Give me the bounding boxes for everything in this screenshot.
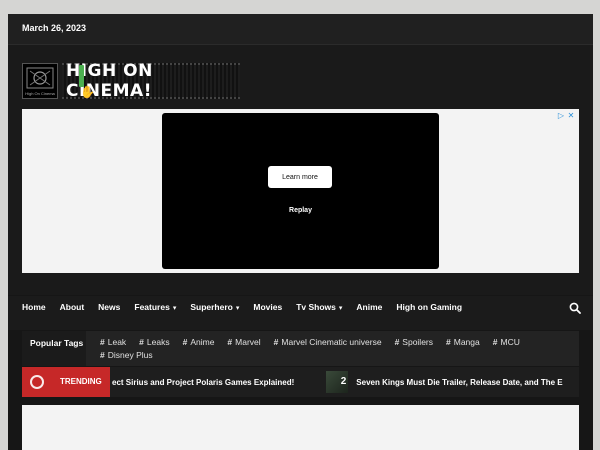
- chevron-down-icon: ▾: [172, 305, 177, 312]
- hash-icon: #: [273, 337, 279, 347]
- nav-item-superhero[interactable]: Superhero ▾: [190, 296, 239, 330]
- content-area: [22, 405, 579, 450]
- ad-choices[interactable]: ▷ ✕: [557, 112, 575, 120]
- chevron-down-icon: ▾: [338, 305, 343, 312]
- info-icon[interactable]: ▷: [557, 112, 565, 120]
- tag-list: # Leak # Leaks # Anime # Marvel # Marvel Cine…: [100, 336, 570, 361]
- learn-more-button[interactable]: Learn more: [268, 166, 332, 188]
- tag-link[interactable]: # Disney Plus: [100, 349, 153, 361]
- top-bar: March 26, 2023: [8, 14, 593, 45]
- thumbnail: 2: [326, 371, 349, 393]
- tag-link[interactable]: # MCU: [493, 336, 520, 348]
- popular-tags-bar: Popular Tags # Leak # Leaks # Anime # Marvel…: [22, 331, 579, 366]
- nav-item-tv-shows[interactable]: Tv Shows ▾: [296, 296, 342, 330]
- trending-number: 2: [340, 376, 347, 387]
- close-icon[interactable]: ✕: [567, 112, 575, 120]
- pulse-icon: [30, 375, 44, 389]
- hash-icon: #: [227, 337, 233, 347]
- hash-icon: #: [100, 350, 105, 360]
- nav-item-features[interactable]: Features ▾: [134, 296, 176, 330]
- tag-link[interactable]: # Marvel Cinematic universe: [274, 336, 382, 348]
- hash-icon: #: [446, 337, 451, 347]
- current-date: March 26, 2023: [22, 23, 87, 33]
- hash-icon: #: [182, 337, 188, 347]
- search-icon[interactable]: [569, 302, 581, 314]
- syringe-icon: [79, 65, 84, 87]
- logo-emblem-tag: High On Cinema: [25, 91, 55, 96]
- tag-link[interactable]: # Anime: [183, 336, 215, 348]
- page: March 26, 2023 High On Cinema HIGH ON CI…: [8, 14, 593, 450]
- nav-item-anime[interactable]: Anime: [356, 296, 382, 330]
- tag-link[interactable]: # Leak: [100, 336, 126, 348]
- nav-item-news[interactable]: News: [98, 296, 120, 330]
- ad-video[interactable]: Learn more Replay: [162, 113, 439, 269]
- trending-item[interactable]: ect Sirius and Project Polaris Games Exp…: [112, 378, 294, 387]
- nav-item-about[interactable]: About: [60, 296, 85, 330]
- tag-link[interactable]: # Manga: [446, 336, 480, 348]
- trending-ticker: TRENDING ect Sirius and Project Polaris …: [22, 367, 579, 397]
- replay-button[interactable]: Replay: [162, 207, 439, 214]
- nav-item-movies[interactable]: Movies: [253, 296, 282, 330]
- logo-emblem-icon: High On Cinema: [22, 63, 58, 99]
- tag-link[interactable]: # Spoilers: [395, 336, 433, 348]
- hash-icon: #: [100, 337, 105, 347]
- trending-label: TRENDING: [22, 367, 110, 397]
- popular-tags-title: Popular Tags: [22, 331, 86, 366]
- tag-link[interactable]: # Marvel: [227, 336, 260, 348]
- ticker-track: ect Sirius and Project Polaris Games Exp…: [112, 367, 563, 397]
- site-logo[interactable]: High On Cinema HIGH ON CINEMA! ✋: [22, 61, 240, 101]
- trending-item[interactable]: 2 Seven Kings Must Die Trailer, Release …: [326, 371, 563, 393]
- tag-link[interactable]: # Leaks: [139, 336, 169, 348]
- hash-icon: #: [394, 337, 400, 347]
- main-navigation: Home About News Features ▾ Superhero ▾ Mov…: [8, 296, 593, 333]
- hash-icon: #: [139, 337, 144, 347]
- chevron-down-icon: ▾: [235, 305, 240, 312]
- nav-list: Home About News Features ▾ Superhero ▾ Mov…: [22, 296, 476, 333]
- hash-icon: #: [492, 337, 498, 347]
- advertisement: ▷ ✕ Learn more Replay: [22, 109, 579, 273]
- nav-item-high-on-gaming[interactable]: High on Gaming: [396, 296, 462, 330]
- nav-item-home[interactable]: Home: [22, 296, 46, 333]
- site-header: High On Cinema HIGH ON CINEMA! ✋ ▷ ✕ Lea…: [8, 45, 593, 295]
- hand-icon: ✋: [80, 85, 95, 99]
